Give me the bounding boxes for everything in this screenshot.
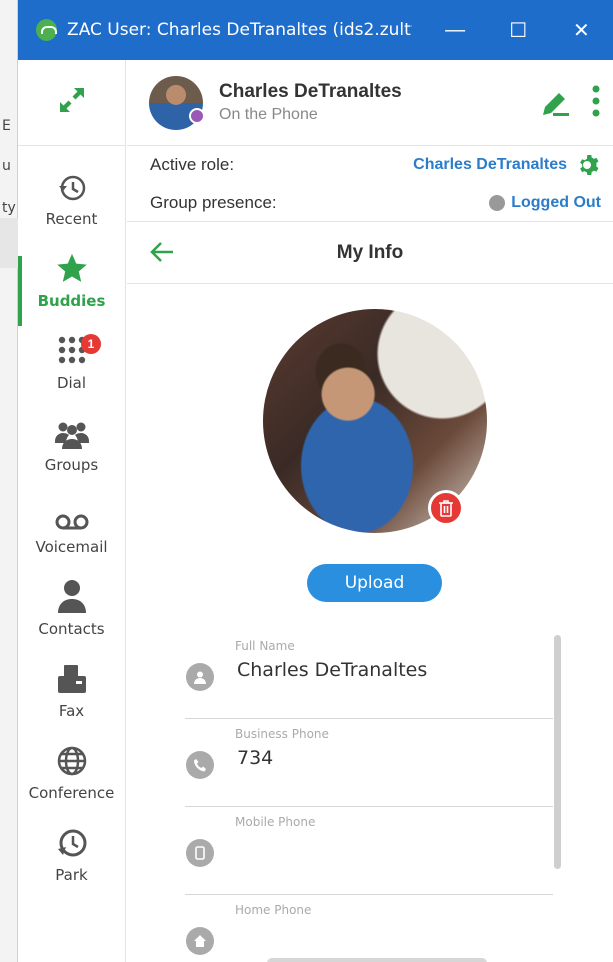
globe-icon: [56, 745, 88, 782]
sidebar-nav: Recent Buddies 1 Dial Groups Voicemail C…: [18, 60, 126, 962]
park-icon: [56, 827, 88, 864]
user-status: On the Phone: [219, 106, 318, 123]
sidebar-item-groups[interactable]: Groups: [18, 414, 125, 492]
sidebar-item-dial[interactable]: 1 Dial: [18, 332, 125, 410]
sidebar-item-contacts[interactable]: Contacts: [18, 578, 125, 656]
upload-button[interactable]: Upload: [307, 564, 442, 602]
page-title: My Info: [336, 241, 404, 263]
person-icon: [186, 663, 214, 691]
presence-phone-icon: [189, 108, 205, 124]
window-titlebar[interactable]: ZAC User: Charles DeTranaltes (ids2.zult…: [18, 0, 613, 60]
background-bar: [0, 218, 18, 268]
mobile-phone-field[interactable]: Mobile Phone: [185, 809, 553, 895]
sidebar-item-label: Fax: [58, 702, 85, 720]
page-header: My Info: [127, 222, 613, 284]
sidebar-item-voicemail[interactable]: Voicemail: [18, 496, 125, 574]
sidebar-item-conference[interactable]: Conference: [18, 742, 125, 820]
background-text: E: [2, 118, 11, 134]
background-window: E u ty: [0, 0, 18, 962]
active-role-row: Active role: Charles DeTranaltes: [127, 146, 613, 184]
contact-icon: [57, 579, 87, 618]
sidebar-item-label: Buddies: [37, 292, 106, 310]
active-role-value[interactable]: Charles DeTranaltes: [413, 156, 567, 174]
dial-badge: 1: [81, 334, 101, 354]
group-presence-value[interactable]: Logged Out: [511, 194, 601, 212]
user-name: Charles DeTranaltes: [219, 81, 402, 102]
expand-icon[interactable]: [56, 84, 88, 121]
sidebar-item-label: Groups: [44, 456, 99, 474]
field-value[interactable]: Charles DeTranaltes: [237, 659, 427, 681]
active-role-label: Active role:: [150, 155, 235, 174]
mobile-icon: [186, 839, 214, 867]
more-options-icon[interactable]: [591, 84, 601, 125]
gear-icon[interactable]: [577, 153, 601, 177]
voicemail-icon: [55, 513, 89, 536]
presence-status-icon: [489, 194, 506, 211]
home-phone-field[interactable]: Home Phone: [185, 897, 553, 957]
background-text: u: [2, 158, 11, 174]
star-icon: [55, 251, 89, 290]
user-header: Charles DeTranaltes On the Phone: [127, 60, 613, 146]
groups-icon: [54, 419, 90, 454]
back-arrow-icon[interactable]: [149, 240, 175, 269]
field-label: Home Phone: [235, 903, 312, 917]
maximize-button[interactable]: ☐: [487, 0, 550, 60]
group-presence-label: Group presence:: [150, 192, 277, 212]
scrollbar[interactable]: [554, 635, 561, 869]
field-label: Mobile Phone: [235, 815, 316, 829]
sidebar-item-label: Recent: [45, 210, 98, 228]
field-label: Business Phone: [235, 727, 329, 741]
bottom-button-partial[interactable]: [267, 958, 487, 962]
sidebar-item-park[interactable]: Park: [18, 824, 125, 902]
home-icon: [186, 927, 214, 955]
edit-icon[interactable]: [539, 87, 571, 124]
close-button[interactable]: ✕: [550, 0, 613, 60]
window-title: ZAC User: Charles DeTranaltes (ids2.zult…: [67, 20, 411, 40]
sidebar-item-recent[interactable]: Recent: [18, 168, 125, 246]
sidebar-item-label: Park: [55, 866, 88, 884]
phone-icon: [186, 751, 214, 779]
sidebar-item-fax[interactable]: Fax: [18, 660, 125, 738]
history-icon: [57, 173, 87, 208]
field-value[interactable]: 734: [237, 747, 273, 769]
group-presence-row: Group presence: Logged Out: [127, 184, 613, 222]
business-phone-field[interactable]: Business Phone 734: [185, 721, 553, 807]
sidebar-item-label: Contacts: [38, 620, 105, 638]
delete-photo-icon[interactable]: [428, 490, 464, 526]
sidebar-item-label: Voicemail: [35, 538, 108, 556]
main-panel: Charles DeTranaltes On the Phone Active …: [127, 60, 613, 962]
sidebar-item-buddies[interactable]: Buddies: [18, 250, 125, 328]
sidebar-item-label: Conference: [28, 784, 115, 802]
zac-app-icon: [36, 19, 58, 41]
background-text: ty: [2, 200, 16, 216]
sidebar-item-label: Dial: [56, 374, 87, 392]
field-label: Full Name: [235, 639, 295, 653]
full-name-field[interactable]: Full Name Charles DeTranaltes: [185, 633, 553, 719]
fax-icon: [56, 663, 88, 700]
minimize-button[interactable]: —: [424, 0, 487, 60]
